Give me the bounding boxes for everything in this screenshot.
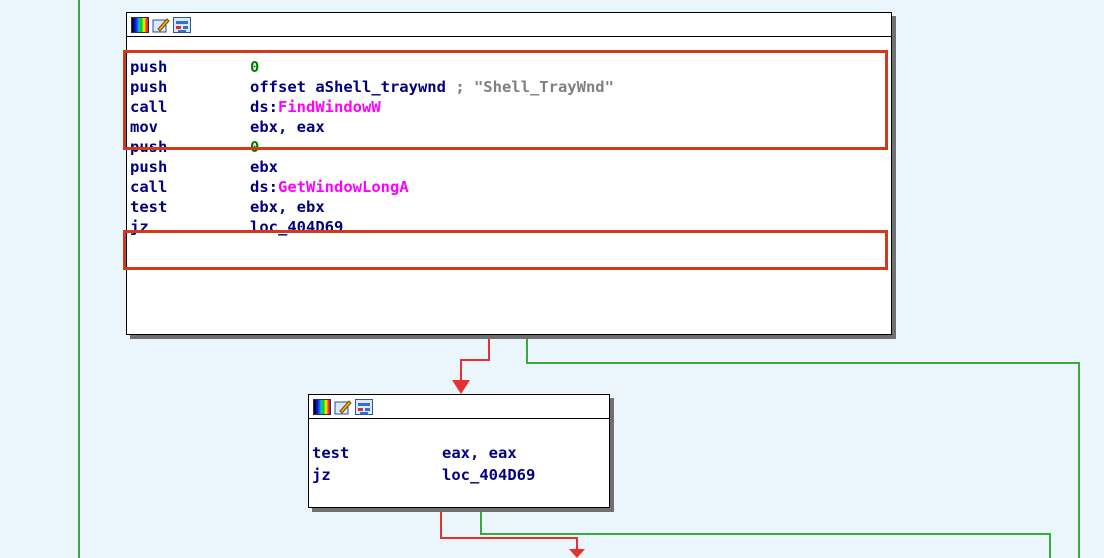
instruction-mnemonic: test (130, 198, 168, 216)
instruction-mnemonic: test (312, 444, 350, 462)
instruction-row[interactable]: jz loc_404D69 (312, 465, 535, 485)
false-edge-block1-to-block2 (460, 336, 490, 382)
instruction-row[interactable]: call ds:GetWindowLongA (130, 177, 409, 197)
instruction-row[interactable]: push ebx (130, 157, 278, 177)
imported-function-name[interactable]: GetWindowLongA (278, 178, 409, 196)
instruction-row[interactable]: test eax, eax (312, 443, 517, 463)
instruction-operand[interactable]: ebx (250, 158, 278, 176)
instruction-mnemonic: jz (312, 466, 331, 484)
rename-pencil-icon[interactable] (334, 399, 352, 415)
block-1-titlebar (127, 13, 891, 37)
false-edge-block2-down (440, 508, 578, 552)
color-palette-icon[interactable] (313, 398, 331, 415)
true-edge-block2-right (480, 508, 1051, 558)
graph-view-icon[interactable] (173, 16, 191, 33)
graph-view-icon[interactable] (355, 398, 373, 415)
instruction-mnemonic: push (130, 158, 168, 176)
instruction-operand[interactable]: ebx, ebx (250, 198, 325, 216)
instruction-operand[interactable]: eax, eax (442, 444, 517, 462)
instruction-operand[interactable]: loc_404D69 (442, 466, 535, 484)
segment-prefix: ds: (250, 178, 278, 196)
color-palette-icon[interactable] (131, 16, 149, 33)
highlight-findwindow (123, 50, 888, 150)
basic-block-1[interactable]: push 0 push offset aShell_traywnd ; "Shell_… (123, 12, 892, 335)
rename-pencil-icon[interactable] (152, 17, 170, 33)
highlight-getwindowlong (123, 230, 888, 270)
false-edge-arrowhead-2 (569, 549, 585, 558)
block-2-titlebar (309, 395, 609, 419)
basic-block-2[interactable]: test eax, eax jz loc_404D69 (308, 394, 610, 508)
false-edge-arrowhead-1 (452, 380, 470, 394)
instruction-row[interactable]: test ebx, ebx (130, 197, 325, 217)
instruction-mnemonic: call (130, 178, 168, 196)
